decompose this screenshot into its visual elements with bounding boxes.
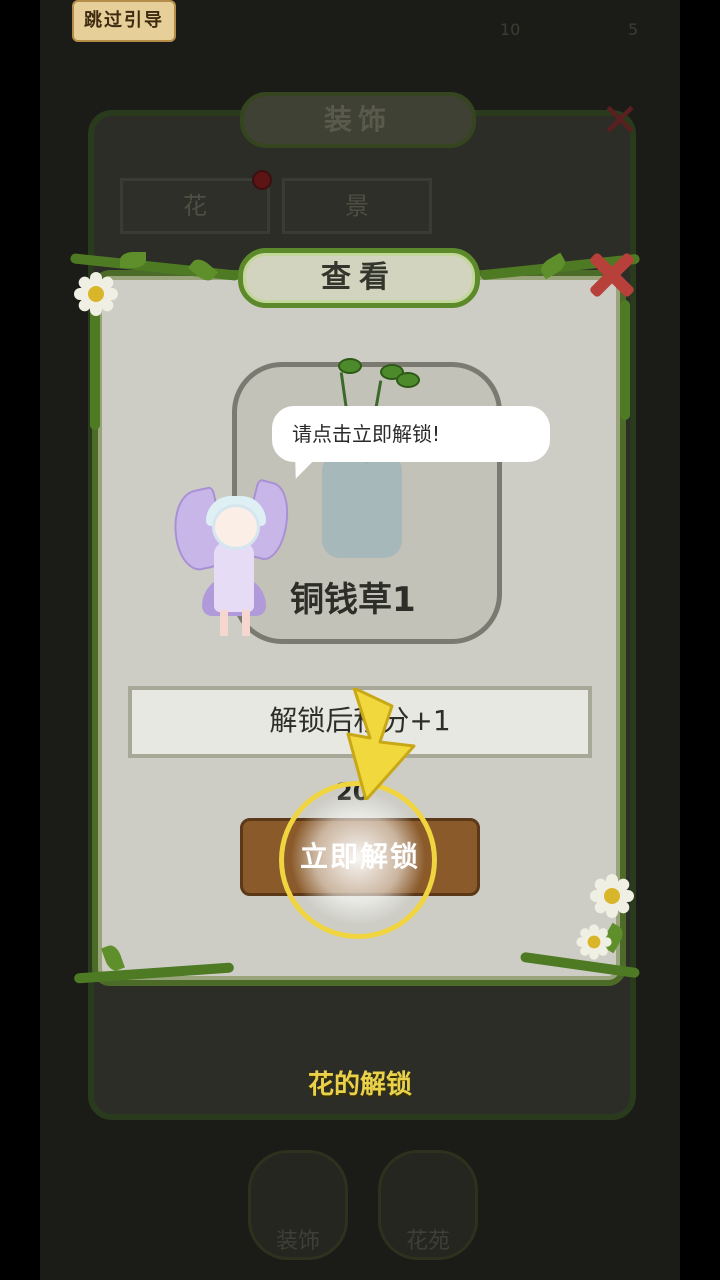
tab-flower: 花 xyxy=(120,178,270,234)
tab-scenery: 景 xyxy=(282,178,432,234)
tap-highlight-ring xyxy=(279,781,437,939)
fairy-guide-character xyxy=(166,478,297,642)
plant-vase-icon xyxy=(322,448,402,558)
bottom-button-garden: 花苑 xyxy=(378,1150,478,1260)
daisy-flower-icon xyxy=(74,272,118,316)
guide-speech-bubble: 请点击立即解锁! xyxy=(272,406,550,462)
top-stat-1: 10 xyxy=(500,20,521,39)
plant-leaf-icon xyxy=(338,358,362,374)
background-close-icon: ✕ xyxy=(600,93,640,147)
plant-leaf-icon xyxy=(396,372,420,388)
pointer-arrow-icon xyxy=(346,688,416,800)
close-icon[interactable] xyxy=(582,246,638,302)
plant-name: 铜钱草1 xyxy=(290,580,416,620)
bottom-button-decor: 装饰 xyxy=(248,1150,348,1260)
daisy-flower-icon xyxy=(590,874,634,918)
top-stat-2: 5 xyxy=(628,20,639,39)
background-title: 装饰 xyxy=(240,92,476,148)
vine-decoration xyxy=(90,300,100,430)
leaf-decoration xyxy=(120,252,146,268)
dialog-title: 查看 xyxy=(238,248,480,308)
daisy-flower-icon xyxy=(576,924,612,960)
tab-notification-dot xyxy=(252,170,272,190)
vine-decoration xyxy=(620,300,630,420)
guide-caption: 花的解锁 xyxy=(307,1070,412,1100)
skip-guide-button[interactable]: 跳过引导 xyxy=(72,0,176,42)
